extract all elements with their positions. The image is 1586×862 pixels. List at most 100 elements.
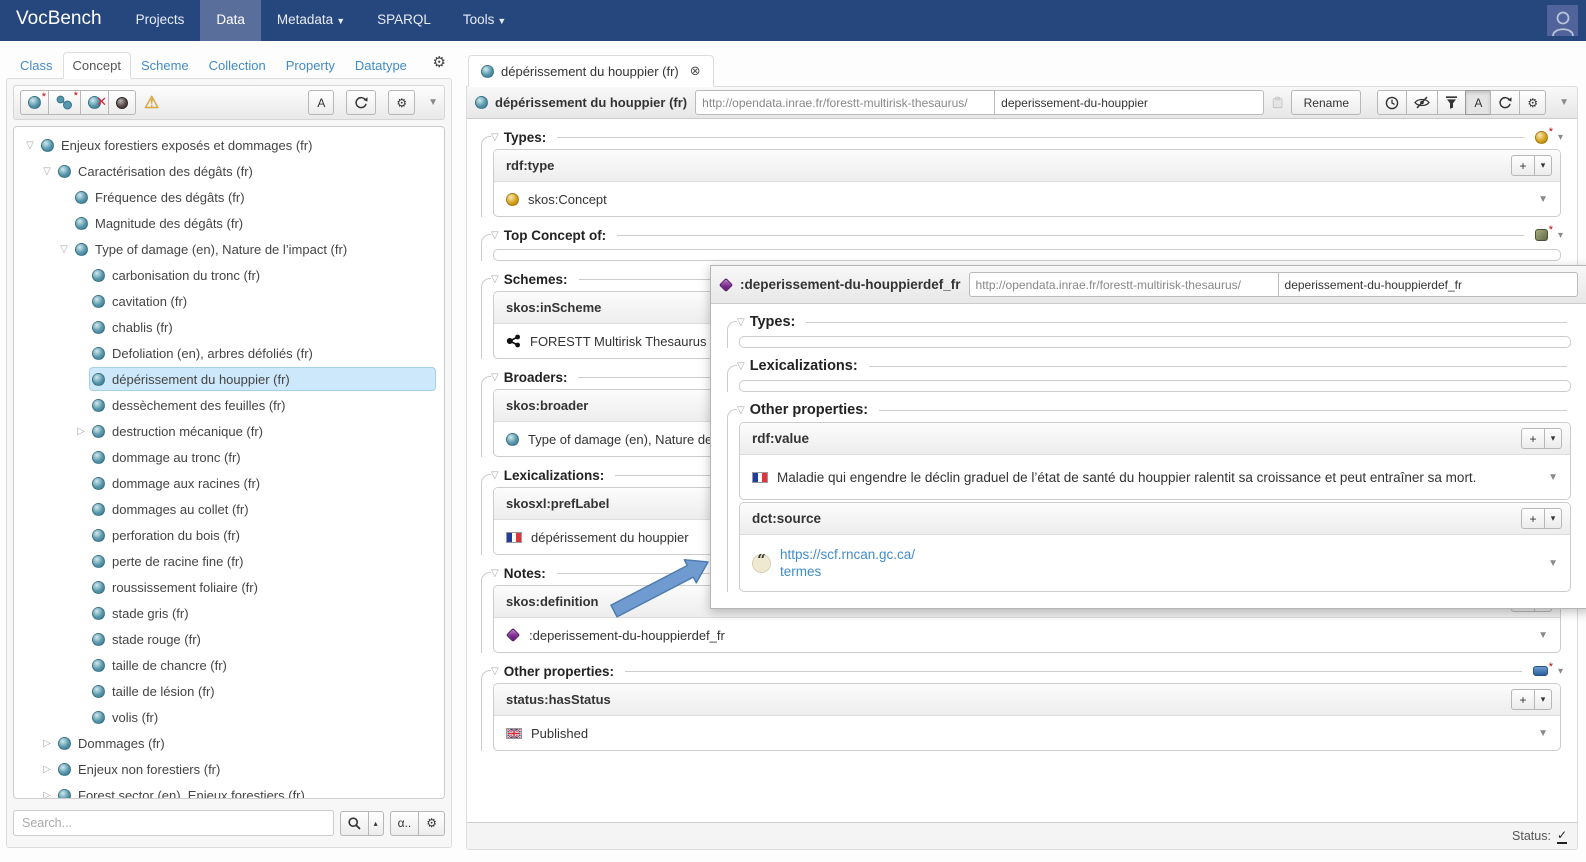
add-value-button[interactable]: +	[1511, 689, 1535, 710]
app-brand[interactable]: VocBench	[0, 0, 120, 41]
tree-node[interactable]: cavitation (fr)	[14, 288, 444, 314]
tree-node[interactable]: chablis (fr)	[14, 314, 444, 340]
value-menu-caret-icon[interactable]: ▼	[1548, 472, 1558, 483]
tab-datatype[interactable]: Datatype	[345, 52, 417, 79]
tree-node[interactable]: ▽Enjeux forestiers exposés et dommages (…	[14, 132, 444, 158]
collapse-section-caret-icon[interactable]: ▽	[737, 317, 745, 328]
add-value-caret-button[interactable]: ▾	[1534, 689, 1552, 710]
search-mode-caret-button[interactable]: ▴	[368, 811, 384, 836]
refresh-button[interactable]	[1490, 90, 1520, 115]
value-row[interactable]: :deperissement-du-houppierdef_fr▼	[494, 618, 1560, 652]
tree-node[interactable]: ▷Dommages (fr)	[14, 730, 444, 756]
tree-node[interactable]: dépérissement du houppier (fr)	[14, 366, 444, 392]
tab-scheme[interactable]: Scheme	[131, 52, 199, 79]
add-value-caret-button[interactable]: ▾	[1544, 428, 1562, 449]
tree-node[interactable]: Defoliation (en), arbres défoliés (fr)	[14, 340, 444, 366]
create-narrower-concept-button[interactable]: *	[48, 90, 81, 115]
tree-node[interactable]: dommage au tronc (fr)	[14, 444, 444, 470]
collapse-section-caret-icon[interactable]: ▽	[737, 405, 745, 416]
add-blue-rect-button[interactable]: *	[1533, 666, 1548, 676]
tabs-settings-gear-icon[interactable]: ⚙	[433, 53, 446, 71]
tree-node[interactable]: perte de racine fine (fr)	[14, 548, 444, 574]
collapse-section-caret-icon[interactable]: ▽	[491, 470, 499, 481]
resource-settings-button[interactable]: ⚙	[1519, 90, 1546, 115]
tree-node[interactable]: dommages au collet (fr)	[14, 496, 444, 522]
value-menu-caret-icon[interactable]: ▼	[1538, 728, 1548, 739]
nav-item-metadata[interactable]: Metadata▼	[261, 0, 361, 41]
warning-icon[interactable]: ⚠	[144, 93, 159, 113]
expand-caret-icon[interactable]: ▷	[39, 790, 55, 800]
tree-node[interactable]: dessèchement des feuilles (fr)	[14, 392, 444, 418]
add-value-caret-button[interactable]: ▾	[1534, 155, 1552, 176]
collapse-section-caret-icon[interactable]: ▽	[737, 361, 745, 372]
search-button[interactable]	[340, 811, 369, 836]
resource-tab[interactable]: dépérissement du houppier (fr) ⊗	[468, 55, 714, 87]
alphabetic-index-button[interactable]: α..	[390, 811, 420, 836]
validation-status-icon[interactable]: ✓	[1557, 829, 1567, 844]
tree-node[interactable]: ▽Type of damage (en), Nature de l’impact…	[14, 236, 444, 262]
clipboard-icon[interactable]	[1272, 95, 1283, 110]
tab-collection[interactable]: Collection	[199, 52, 276, 79]
tree-node[interactable]: volis (fr)	[14, 704, 444, 730]
header-more-caret-icon[interactable]: ▼	[1559, 97, 1569, 108]
tree-node[interactable]: ▽Caractérisation des dégâts (fr)	[14, 158, 444, 184]
nav-item-projects[interactable]: Projects	[120, 0, 201, 41]
close-tab-icon[interactable]: ⊗	[690, 63, 701, 79]
history-button[interactable]	[1377, 90, 1407, 115]
add-value-caret-button[interactable]: ▾	[1544, 508, 1562, 529]
search-input[interactable]	[13, 810, 334, 836]
collapse-section-caret-icon[interactable]: ▽	[491, 666, 499, 677]
user-avatar-button[interactable]	[1547, 5, 1578, 36]
tree-node[interactable]: ▷Enjeux non forestiers (fr)	[14, 756, 444, 782]
rendering-toggle-button[interactable]: A	[308, 90, 334, 115]
delete-concept-button[interactable]: ✕	[80, 90, 109, 115]
tree-node[interactable]: taille de chancre (fr)	[14, 652, 444, 678]
add-menu-caret-icon[interactable]: ▾	[1558, 666, 1563, 677]
tree-node[interactable]: ▷destruction mécanique (fr)	[14, 418, 444, 444]
collapse-section-caret-icon[interactable]: ▽	[491, 132, 499, 143]
collapse-section-caret-icon[interactable]: ▽	[491, 230, 499, 241]
tree-node[interactable]: stade rouge (fr)	[14, 626, 444, 652]
expand-caret-icon[interactable]: ▽	[56, 244, 72, 255]
tab-class[interactable]: Class	[10, 52, 63, 79]
value-row[interactable]: Maladie qui engendre le déclin graduel d…	[740, 455, 1570, 499]
source-link[interactable]: termes	[780, 564, 915, 579]
localname-input[interactable]	[994, 90, 1264, 115]
tree-node[interactable]: taille de lésion (fr)	[14, 678, 444, 704]
rendering-toggle-button[interactable]: A	[1465, 90, 1491, 115]
tab-property[interactable]: Property	[276, 52, 345, 79]
popover-namespace-input[interactable]	[969, 272, 1279, 297]
nav-item-tools[interactable]: Tools▼	[447, 0, 522, 41]
hide-values-button[interactable]	[1406, 90, 1438, 115]
add-value-button[interactable]: +	[1511, 155, 1535, 176]
tree-settings-button[interactable]: ⚙	[388, 90, 415, 115]
toolbar-more-caret-icon[interactable]: ▼	[428, 97, 438, 108]
expand-caret-icon[interactable]: ▷	[39, 738, 55, 749]
add-value-button[interactable]: +	[1521, 428, 1545, 449]
tree-node[interactable]: Magnitude des dégâts (fr)	[14, 210, 444, 236]
tree-node[interactable]: perforation du bois (fr)	[14, 522, 444, 548]
add-value-button[interactable]: +	[1521, 508, 1545, 529]
collapse-section-caret-icon[interactable]: ▽	[491, 568, 499, 579]
nav-item-data[interactable]: Data	[200, 0, 261, 41]
collapse-section-caret-icon[interactable]: ▽	[491, 274, 499, 285]
source-link[interactable]: https://scf.rncan.gc.ca/	[780, 547, 915, 562]
tree-node[interactable]: dommage aux racines (fr)	[14, 470, 444, 496]
value-row[interactable]: skos:Concept▼	[494, 182, 1560, 216]
tree-node[interactable]: ▷Forest sector (en), Enjeux forestiers (…	[14, 782, 444, 799]
add-menu-caret-icon[interactable]: ▾	[1558, 132, 1563, 143]
rename-button[interactable]: Rename	[1291, 90, 1361, 115]
add-olive-cube-button[interactable]: *	[1535, 229, 1548, 241]
expand-caret-icon[interactable]: ▷	[39, 764, 55, 775]
nav-item-sparql[interactable]: SPARQL	[361, 0, 447, 41]
value-menu-caret-icon[interactable]: ▼	[1538, 194, 1548, 205]
tree-node[interactable]: carbonisation du tronc (fr)	[14, 262, 444, 288]
add-gold-ball-button[interactable]: *	[1535, 131, 1548, 144]
collapse-section-caret-icon[interactable]: ▽	[491, 372, 499, 383]
namespace-input[interactable]	[695, 90, 995, 115]
tree-node[interactable]: Fréquence des dégâts (fr)	[14, 184, 444, 210]
popover-localname-input[interactable]	[1278, 272, 1578, 297]
create-concept-button[interactable]: *	[20, 90, 49, 115]
tab-concept[interactable]: Concept	[63, 52, 131, 79]
search-settings-gear-icon[interactable]: ⚙	[418, 811, 445, 836]
